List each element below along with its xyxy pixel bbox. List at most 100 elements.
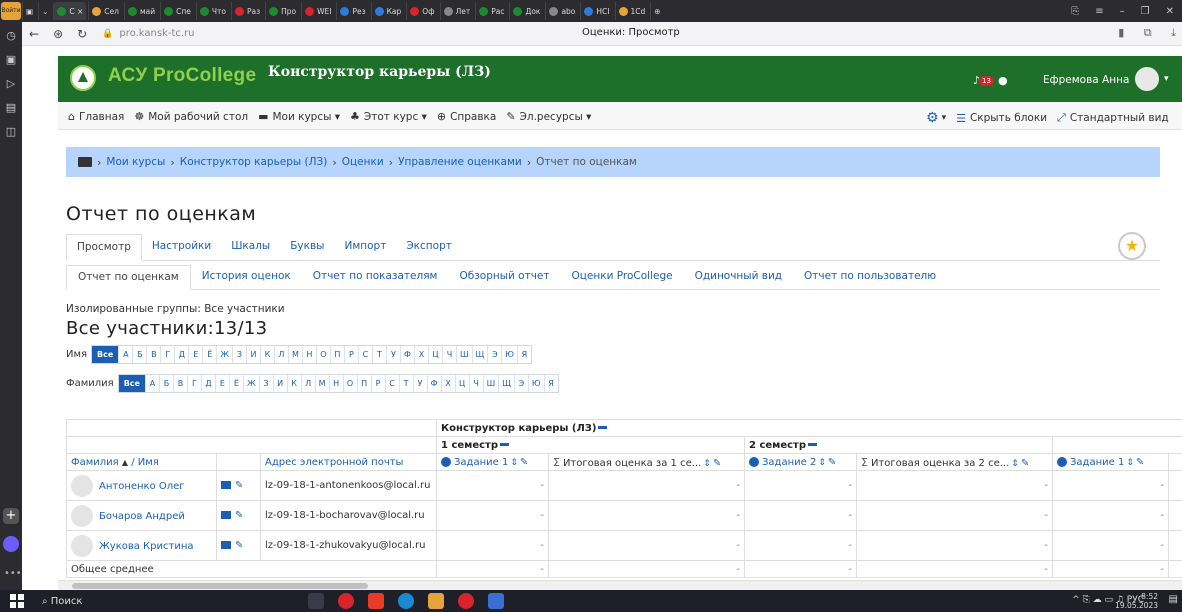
last-name-letter-button[interactable]: О (342, 375, 357, 392)
new-tab-button[interactable]: ⊕ (650, 2, 663, 20)
nav-help[interactable]: ⊕ Справка (437, 110, 496, 123)
sort-icon[interactable]: ⇕ (818, 458, 826, 468)
pencil-icon[interactable]: ✎ (520, 457, 528, 468)
user-avatar[interactable] (1135, 67, 1159, 91)
task2-header[interactable]: Задание 2 ⇕ ✎ (744, 453, 857, 471)
first-name-letter-button[interactable]: Ж (216, 346, 232, 363)
task1-header[interactable]: Задание 1 ⇕ ✎ (436, 453, 549, 471)
sort-icon[interactable]: ⇕ (1011, 459, 1019, 469)
grade-cell[interactable]: - (744, 470, 857, 501)
grade-cell[interactable]: - (1052, 500, 1169, 531)
collapse-icon[interactable] (500, 443, 509, 446)
tab-overview-report[interactable]: Обзорный отчет (448, 265, 560, 290)
nav-my-courses[interactable]: ▬ Мои курсы ▾ (258, 110, 340, 123)
scrollbar-thumb[interactable] (72, 583, 368, 589)
first-name-letter-button[interactable]: Ч (441, 346, 456, 363)
email-header-link[interactable]: Адрес электронной почты (265, 457, 403, 468)
last-name-letter-button[interactable]: Б (158, 375, 173, 392)
student-name-link[interactable]: Бочаров Андрей (99, 511, 185, 522)
notifications[interactable]: ♪ 13 ● (973, 74, 1008, 87)
history-icon[interactable]: ◷ (3, 28, 19, 44)
first-name-letter-button[interactable]: Р (343, 346, 358, 363)
last-name-letter-button[interactable]: Ю (527, 375, 544, 392)
browser-tab[interactable]: Оф (406, 2, 437, 20)
collapse-icon[interactable] (808, 443, 817, 446)
first-name-letter-button[interactable]: Ю (501, 346, 517, 363)
sort-icon[interactable]: ⇕ (510, 458, 518, 468)
student-name-link[interactable]: Антоненко Олег (99, 481, 185, 492)
windows-start-icon[interactable] (10, 594, 24, 608)
pencil-icon[interactable]: ✎ (1021, 458, 1029, 469)
grade-cell[interactable]: - (436, 500, 549, 531)
browser-tab[interactable]: Спе (160, 2, 194, 20)
grades-table-icon[interactable] (221, 481, 231, 489)
last-name-letter-button[interactable]: Ш (482, 375, 499, 392)
pencil-icon[interactable]: ✎ (235, 540, 243, 551)
last-name-letter-button[interactable]: Ф (426, 375, 441, 392)
nav-eresources[interactable]: ✎ Эл.ресурсы ▾ (506, 110, 591, 123)
grade-cell[interactable]: - (744, 500, 857, 531)
avatar[interactable] (71, 534, 93, 557)
last-name-letter-button[interactable]: Г (186, 375, 201, 392)
browser-tab[interactable]: С × (53, 2, 87, 20)
grade-cell[interactable]: - (744, 530, 857, 561)
last-name-all-button[interactable]: Все (118, 375, 145, 392)
first-name-letter-button[interactable]: П (329, 346, 344, 363)
opera-icon[interactable] (338, 593, 354, 609)
tab-procollege-grades[interactable]: Оценки ProCollege (561, 265, 684, 290)
grades-table-icon[interactable] (221, 511, 231, 519)
tab-export[interactable]: Экспорт (396, 234, 462, 261)
last-name-letter-button[interactable]: Л (300, 375, 315, 392)
first-name-letter-button[interactable]: Ц (427, 346, 442, 363)
task2-link[interactable]: Задание 2 (762, 457, 816, 468)
grades-table-icon[interactable] (221, 541, 231, 549)
last-name-letter-button[interactable]: П (356, 375, 371, 392)
last-name-letter-button[interactable]: Ё (228, 375, 243, 392)
last-name-letter-button[interactable]: М (314, 375, 329, 392)
last-name-letter-button[interactable]: Е (214, 375, 229, 392)
first-name-letter-button[interactable]: Ш (455, 346, 472, 363)
pencil-icon[interactable]: ✎ (235, 480, 243, 491)
tab-counter[interactable]: ▣ (22, 2, 36, 20)
pencil-icon[interactable]: ✎ (1136, 457, 1144, 468)
tab-letters[interactable]: Буквы (280, 234, 334, 261)
grade-cell[interactable]: - (436, 530, 549, 561)
pencil-icon[interactable]: ✎ (713, 458, 721, 469)
email-header[interactable]: Адрес электронной почты (260, 453, 437, 471)
pencil-icon[interactable]: ✎ (235, 510, 243, 521)
last-name-letter-button[interactable]: Д (200, 375, 215, 392)
last-name-letter-button[interactable]: Р (370, 375, 385, 392)
back-icon[interactable]: ← (29, 27, 39, 41)
browser-tab[interactable]: 1Cd (614, 2, 649, 20)
breadcrumb-grades[interactable]: Оценки (342, 156, 384, 168)
total2-header[interactable]: Σ Итоговая оценка за 2 се... ⇕ ✎ (856, 453, 1053, 471)
first-name-letter-button[interactable]: В (146, 346, 160, 363)
browser-tab[interactable]: Рас (475, 2, 507, 20)
task1-link[interactable]: Задание 1 (454, 457, 508, 468)
grade-cell[interactable]: - (1052, 470, 1169, 501)
photos-icon[interactable] (488, 593, 504, 609)
first-name-letter-button[interactable]: Ё (202, 346, 216, 363)
share-icon[interactable]: ⧉ (1144, 26, 1152, 39)
grade-cell[interactable]: - (548, 500, 745, 531)
tab-menu[interactable]: ⌄ (38, 2, 51, 20)
last-name-letter-button[interactable]: С (384, 375, 399, 392)
brand-name[interactable]: АСУ ProCollege (108, 65, 256, 87)
chevron-down-icon[interactable]: ▾ (1164, 74, 1169, 84)
first-name-letter-button[interactable]: Т (371, 346, 386, 363)
download-icon[interactable]: ⤓ (1171, 26, 1176, 39)
grade-cell[interactable]: - (1052, 530, 1169, 561)
messages-icon[interactable]: ● (998, 74, 1008, 87)
last-name-letter-button[interactable]: Х (440, 375, 455, 392)
yandex-icon[interactable] (368, 593, 384, 609)
first-name-letter-button[interactable]: М (287, 346, 302, 363)
task1b-header[interactable]: Задание 1 ⇕ ✎ (1052, 453, 1169, 471)
explorer-icon[interactable] (428, 593, 444, 609)
grade-cell[interactable]: - (856, 500, 1053, 531)
clock[interactable]: 8:52 19.05.2023 (1115, 592, 1158, 610)
avatar[interactable] (71, 504, 93, 527)
browser-tab[interactable]: Рез (336, 2, 368, 20)
wallet-icon[interactable]: ▣ (3, 52, 19, 68)
last-name-letter-button[interactable]: Щ (498, 375, 514, 392)
taskbar-search[interactable]: ⌕ Поиск (42, 596, 82, 607)
